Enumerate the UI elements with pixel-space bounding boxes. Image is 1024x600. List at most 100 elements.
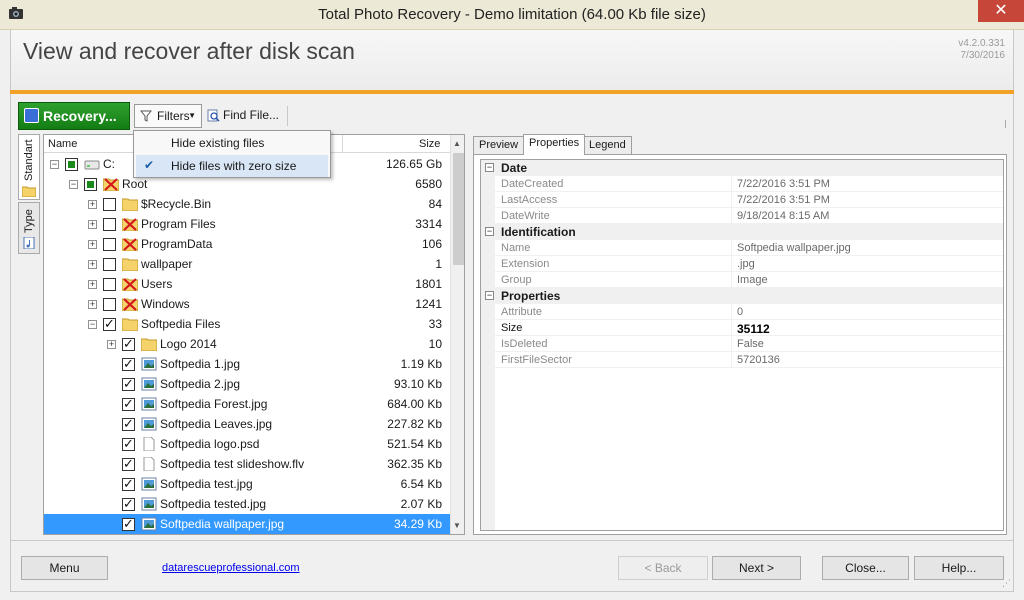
- item-checkbox[interactable]: [103, 198, 116, 211]
- tree-item-size: 2.07 Kb: [400, 497, 442, 511]
- window-close-button[interactable]: ✕: [978, 0, 1024, 22]
- menu-button[interactable]: Menu: [21, 556, 108, 580]
- collapse-icon[interactable]: −: [69, 180, 78, 189]
- tab-legend[interactable]: Legend: [583, 136, 632, 154]
- property-row[interactable]: Extension .jpg: [481, 256, 1003, 272]
- column-header-size[interactable]: Size: [419, 138, 440, 150]
- tree-item-size: 33: [428, 317, 442, 331]
- tree-row[interactable]: + ProgramData 106: [44, 234, 450, 254]
- tree-row[interactable]: Softpedia wallpaper.jpg 34.29 Kb: [44, 514, 450, 534]
- property-row[interactable]: DateCreated 7/22/2016 3:51 PM: [481, 176, 1003, 192]
- tree-row[interactable]: + $Recycle.Bin 84: [44, 194, 450, 214]
- tree-item-label: Softpedia 2.jpg: [160, 377, 241, 391]
- property-row[interactable]: IsDeleted False: [481, 336, 1003, 352]
- item-checkbox[interactable]: [122, 336, 135, 352]
- tree-row[interactable]: − Softpedia Files 33: [44, 314, 450, 334]
- item-checkbox[interactable]: [103, 258, 116, 271]
- tree-row[interactable]: Softpedia tested.jpg 2.07 Kb: [44, 494, 450, 514]
- property-row[interactable]: Size 35112: [481, 320, 1003, 336]
- property-row[interactable]: LastAccess 7/22/2016 3:51 PM: [481, 192, 1003, 208]
- property-divider: [731, 304, 732, 320]
- item-checkbox[interactable]: [65, 158, 78, 171]
- property-row[interactable]: Name Softpedia wallpaper.jpg: [481, 240, 1003, 256]
- tree-row[interactable]: + Logo 2014 10: [44, 334, 450, 354]
- scroll-up-icon[interactable]: ▲: [453, 139, 461, 148]
- expand-icon[interactable]: +: [88, 240, 97, 249]
- item-checkbox[interactable]: [122, 416, 135, 432]
- tree-scrollbar[interactable]: ▲ ▼: [450, 135, 464, 534]
- tree-row[interactable]: + Windows 1241: [44, 294, 450, 314]
- menu-item-hide-existing[interactable]: Hide existing files: [136, 132, 328, 154]
- menu-item-hide-zero-size[interactable]: ✔ Hide files with zero size: [136, 155, 328, 177]
- website-link[interactable]: datarescueprofessional.com: [162, 562, 300, 574]
- next-button[interactable]: Next >: [712, 556, 801, 580]
- tree-item-label: wallpaper: [141, 257, 193, 271]
- item-checkbox[interactable]: [103, 278, 116, 291]
- property-row[interactable]: Attribute 0: [481, 304, 1003, 320]
- column-header-name[interactable]: Name: [48, 138, 77, 150]
- property-category[interactable]: − Identification: [481, 224, 1003, 240]
- tab-type[interactable]: Type: [18, 202, 40, 254]
- item-checkbox[interactable]: [103, 298, 116, 311]
- tree-row[interactable]: Softpedia test slideshow.flv 362.35 Kb: [44, 454, 450, 474]
- collapse-icon[interactable]: −: [50, 160, 59, 169]
- image-file-icon: [141, 517, 157, 531]
- item-checkbox[interactable]: [122, 516, 135, 532]
- toolbar-grip: [1005, 120, 1006, 128]
- property-row[interactable]: Group Image: [481, 272, 1003, 288]
- property-divider: [731, 336, 732, 352]
- property-row[interactable]: FirstFileSector 5720136: [481, 352, 1003, 368]
- find-file-button-label: Find File...: [223, 108, 280, 122]
- tree-row[interactable]: Softpedia Forest.jpg 684.00 Kb: [44, 394, 450, 414]
- toolbar-separator: [287, 106, 288, 126]
- collapse-icon[interactable]: −: [88, 320, 97, 329]
- tree-row[interactable]: Softpedia 1.jpg 1.19 Kb: [44, 354, 450, 374]
- tab-standard[interactable]: Standart: [18, 134, 40, 200]
- item-checkbox[interactable]: [103, 218, 116, 231]
- item-checkbox[interactable]: [103, 238, 116, 251]
- expand-icon[interactable]: +: [88, 280, 97, 289]
- tree-row[interactable]: + Program Files 3314: [44, 214, 450, 234]
- tab-properties[interactable]: Properties: [523, 134, 586, 155]
- collapse-icon[interactable]: −: [485, 163, 494, 172]
- file-tree[interactable]: Name Size − C: 126.65 Gb − Root 6580 + $Recycle…: [43, 134, 465, 535]
- tree-item-label: Program Files: [141, 217, 216, 231]
- item-checkbox[interactable]: [122, 436, 135, 452]
- close-button[interactable]: Close...: [822, 556, 909, 580]
- filters-button[interactable]: Filters ▼: [134, 104, 202, 128]
- expand-icon[interactable]: +: [88, 200, 97, 209]
- tab-standard-label: Standart: [23, 139, 35, 181]
- tree-row[interactable]: Softpedia Leaves.jpg 227.82 Kb: [44, 414, 450, 434]
- property-category[interactable]: − Date: [481, 160, 1003, 176]
- expand-icon[interactable]: +: [88, 300, 97, 309]
- item-checkbox[interactable]: [122, 456, 135, 472]
- item-checkbox[interactable]: [122, 476, 135, 492]
- resize-grip-icon[interactable]: ⋰: [1002, 578, 1011, 589]
- tree-row[interactable]: + Users 1801: [44, 274, 450, 294]
- tab-preview[interactable]: Preview: [473, 136, 525, 154]
- item-checkbox[interactable]: [122, 356, 135, 372]
- expand-icon[interactable]: +: [107, 340, 116, 349]
- item-checkbox[interactable]: [103, 316, 116, 332]
- collapse-icon[interactable]: −: [485, 227, 494, 236]
- tree-row[interactable]: + wallpaper 1: [44, 254, 450, 274]
- item-checkbox[interactable]: [122, 376, 135, 392]
- item-checkbox[interactable]: [84, 178, 97, 191]
- tree-row[interactable]: Softpedia test.jpg 6.54 Kb: [44, 474, 450, 494]
- collapse-icon[interactable]: −: [485, 291, 494, 300]
- expand-icon[interactable]: +: [88, 220, 97, 229]
- property-category[interactable]: − Properties: [481, 288, 1003, 304]
- help-button[interactable]: Help...: [914, 556, 1004, 580]
- scrollbar-thumb[interactable]: [453, 153, 464, 265]
- back-button[interactable]: < Back: [618, 556, 708, 580]
- expand-icon[interactable]: +: [88, 260, 97, 269]
- column-divider[interactable]: [342, 135, 343, 153]
- tree-row[interactable]: Softpedia logo.psd 521.54 Kb: [44, 434, 450, 454]
- property-row[interactable]: DateWrite 9/18/2014 8:15 AM: [481, 208, 1003, 224]
- tree-row[interactable]: Softpedia 2.jpg 93.10 Kb: [44, 374, 450, 394]
- scroll-down-icon[interactable]: ▼: [453, 521, 461, 530]
- item-checkbox[interactable]: [122, 396, 135, 412]
- item-checkbox[interactable]: [122, 496, 135, 512]
- find-file-button[interactable]: Find File...: [204, 104, 284, 128]
- recovery-button[interactable]: Recovery...: [18, 102, 130, 130]
